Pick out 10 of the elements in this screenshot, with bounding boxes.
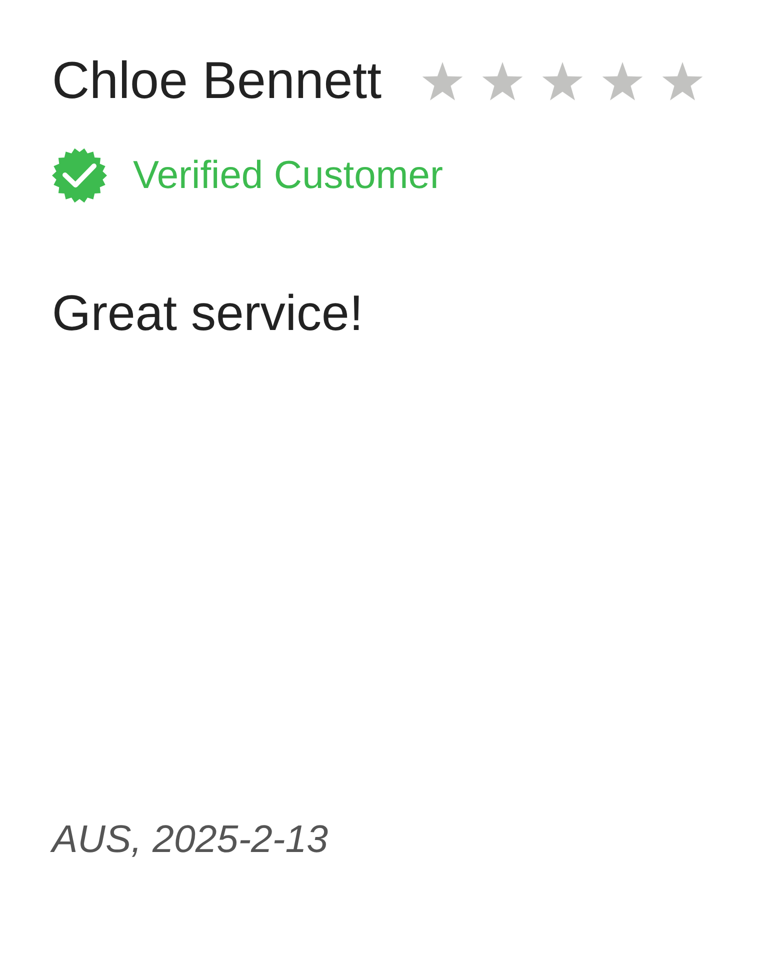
verified-label: Verified Customer bbox=[133, 154, 443, 198]
star-icon bbox=[602, 62, 643, 100]
review-location-date: AUS, 2025-2-13 bbox=[52, 818, 328, 862]
star-icon bbox=[662, 62, 703, 100]
star-icon bbox=[422, 62, 463, 100]
review-title: Great service! bbox=[52, 288, 364, 338]
star-icon bbox=[542, 62, 583, 100]
star-icon bbox=[482, 62, 523, 100]
verified-badge-icon bbox=[52, 148, 107, 203]
reviewer-name: Chloe Bennett bbox=[52, 55, 382, 107]
